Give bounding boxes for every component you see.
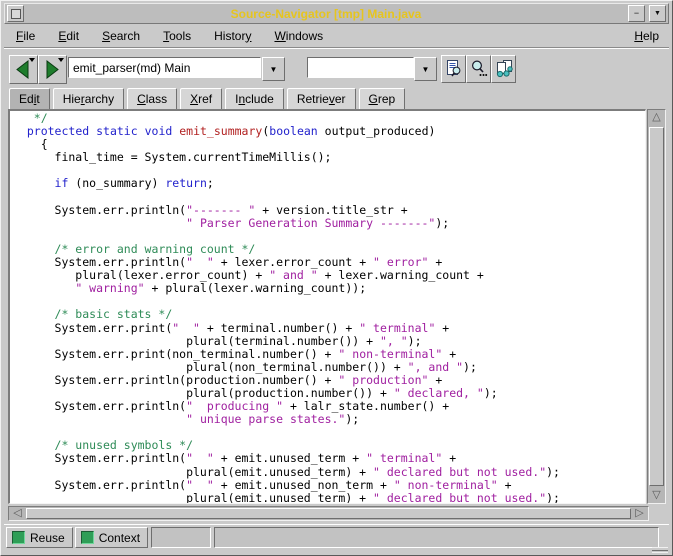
window-title: Source-Navigator [tmp] Main.java xyxy=(26,7,626,21)
symbol-combo-input[interactable]: emit_parser(md) Main xyxy=(68,57,261,78)
search-combo-dropdown-button[interactable]: ▼ xyxy=(414,57,437,81)
tab-class[interactable]: Class xyxy=(127,88,177,109)
shade-icon: ▼ xyxy=(654,9,661,18)
view-tabs: EditHierarchyClassXrefIncludeRetrieverGr… xyxy=(4,87,669,109)
code-line: final_time = System.currentTimeMillis(); xyxy=(13,151,645,164)
menu-history[interactable]: History xyxy=(214,29,251,43)
menu-file[interactable]: File xyxy=(16,29,35,43)
toolbar: emit_parser(md) Main ▼ ▼ xyxy=(4,48,669,88)
window-menu-button[interactable] xyxy=(7,5,24,22)
symbol-combo-value: emit_parser(md) Main xyxy=(73,61,190,75)
code-line: protected static void emit_summary(boole… xyxy=(13,125,645,138)
grep-button[interactable] xyxy=(466,55,491,83)
horizontal-scrollbar[interactable]: ◁ ▷ xyxy=(8,506,649,521)
menu-items: File Edit Search Tools History Windows xyxy=(4,29,323,43)
back-button[interactable] xyxy=(9,55,38,84)
back-icon xyxy=(13,59,33,79)
code-line: plural(emit.unused_term) + " declared bu… xyxy=(13,492,645,504)
vertical-scrollbar-thumb[interactable] xyxy=(649,127,664,486)
menu-bar: File Edit Search Tools History Windows Help xyxy=(4,24,669,48)
find-symbol-button[interactable] xyxy=(441,55,466,83)
maximize-button[interactable]: ▼ xyxy=(649,5,666,22)
forward-dropdown-icon xyxy=(58,58,64,62)
menu-edit[interactable]: Edit xyxy=(58,29,79,43)
menu-tools[interactable]: Tools xyxy=(163,29,191,43)
reuse-toggle-button[interactable]: Reuse xyxy=(6,527,73,548)
context-indicator-icon xyxy=(81,531,94,544)
code-line: " unique parse states."); xyxy=(13,413,645,426)
scroll-right-icon[interactable]: ▷ xyxy=(631,506,648,521)
code-line: " warning" + plural(lexer.warning_count)… xyxy=(13,282,645,295)
symbol-combo-dropdown-button[interactable]: ▼ xyxy=(262,57,285,81)
menu-windows[interactable]: Windows xyxy=(274,29,323,43)
code-line: if (no_summary) return; xyxy=(13,177,645,190)
status-panel-2 xyxy=(214,527,659,548)
tab-edit[interactable]: Edit xyxy=(9,88,50,109)
code-line: " Parser Generation Summary -------"); xyxy=(13,217,645,230)
menu-help[interactable]: Help xyxy=(634,29,669,43)
context-toggle-button[interactable]: Context xyxy=(75,527,148,548)
status-panel-1 xyxy=(151,527,211,548)
tab-include[interactable]: Include xyxy=(225,88,284,109)
tab-grep[interactable]: Grep xyxy=(359,88,406,109)
minimize-button[interactable]: − xyxy=(628,5,645,22)
forward-icon xyxy=(42,59,62,79)
back-dropdown-icon xyxy=(29,58,35,62)
chevron-down-icon: ▼ xyxy=(270,65,278,74)
forward-button[interactable] xyxy=(38,55,67,84)
minimize-icon: − xyxy=(634,9,639,18)
status-bar: Reuse Context xyxy=(4,524,669,550)
status-toggles: Reuse Context xyxy=(4,527,148,548)
source-navigator-window: Source-Navigator [tmp] Main.java − ▼ Fil… xyxy=(0,0,673,556)
title-bar[interactable]: Source-Navigator [tmp] Main.java − ▼ xyxy=(4,3,669,24)
reuse-toggle-label: Reuse xyxy=(30,531,65,545)
find-symbol-icon xyxy=(444,59,463,79)
project-files-icon xyxy=(494,59,514,79)
horizontal-scrollbar-thumb[interactable] xyxy=(26,508,631,519)
context-toggle-label: Context xyxy=(99,531,140,545)
scroll-down-icon[interactable]: ▽ xyxy=(648,488,665,503)
resize-grip[interactable] xyxy=(652,547,668,553)
grep-icon xyxy=(469,59,488,79)
scroll-left-icon[interactable]: ◁ xyxy=(9,506,26,521)
code-editor[interactable]: */ protected static void emit_summary(bo… xyxy=(8,109,646,504)
tab-retriever[interactable]: Retriever xyxy=(287,88,356,109)
window-menu-icon xyxy=(11,9,21,19)
vertical-scrollbar[interactable]: △ ▽ xyxy=(647,109,666,504)
tab-hierarchy[interactable]: Hierarchy xyxy=(53,88,124,109)
scroll-up-icon[interactable]: △ xyxy=(648,110,665,125)
chevron-down-icon: ▼ xyxy=(422,65,430,74)
search-combo-input[interactable] xyxy=(307,57,414,78)
menu-search[interactable]: Search xyxy=(102,29,140,43)
reuse-indicator-icon xyxy=(12,531,25,544)
project-files-button[interactable] xyxy=(491,55,516,83)
tab-xref[interactable]: Xref xyxy=(180,88,222,109)
